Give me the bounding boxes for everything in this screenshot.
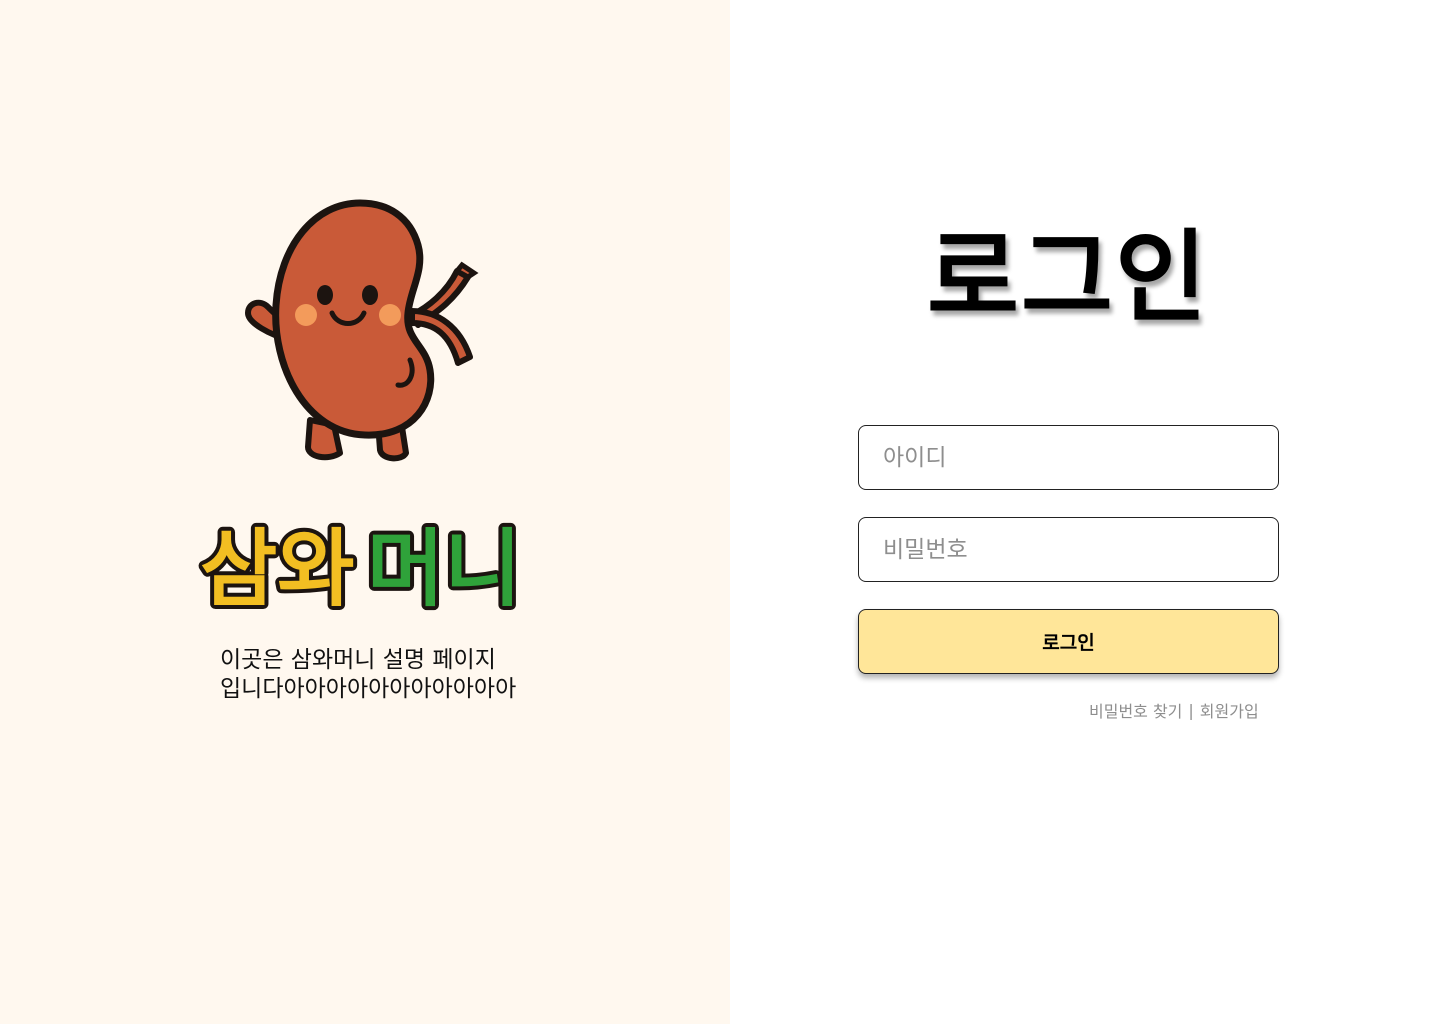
auth-links: 비밀번호 찾기 | 회원가입: [1089, 698, 1259, 722]
description-line-2: 입니다아아아아아아아아아아아: [220, 676, 517, 702]
brand-logo: 삼와 머니: [196, 516, 525, 615]
login-button[interactable]: 로그인: [858, 609, 1279, 674]
id-input[interactable]: [858, 425, 1279, 490]
signup-link[interactable]: 회원가입: [1200, 698, 1259, 722]
login-panel: [730, 0, 1440, 1024]
kidney-mascot-icon: [245, 199, 479, 462]
logo-text-part2: 머니: [367, 520, 522, 615]
find-password-link[interactable]: 비밀번호 찾기: [1089, 698, 1182, 722]
password-input[interactable]: [858, 517, 1279, 582]
brand-description: 이곳은 삼와머니 설명 페이지 입니다아아아아아아아아아아아: [220, 646, 580, 704]
link-separator: |: [1188, 700, 1194, 720]
page-title: 로그인: [927, 219, 1209, 336]
logo-text-part1: 삼와: [200, 520, 355, 615]
description-line-1: 이곳은 삼와머니 설명 페이지: [220, 647, 496, 673]
